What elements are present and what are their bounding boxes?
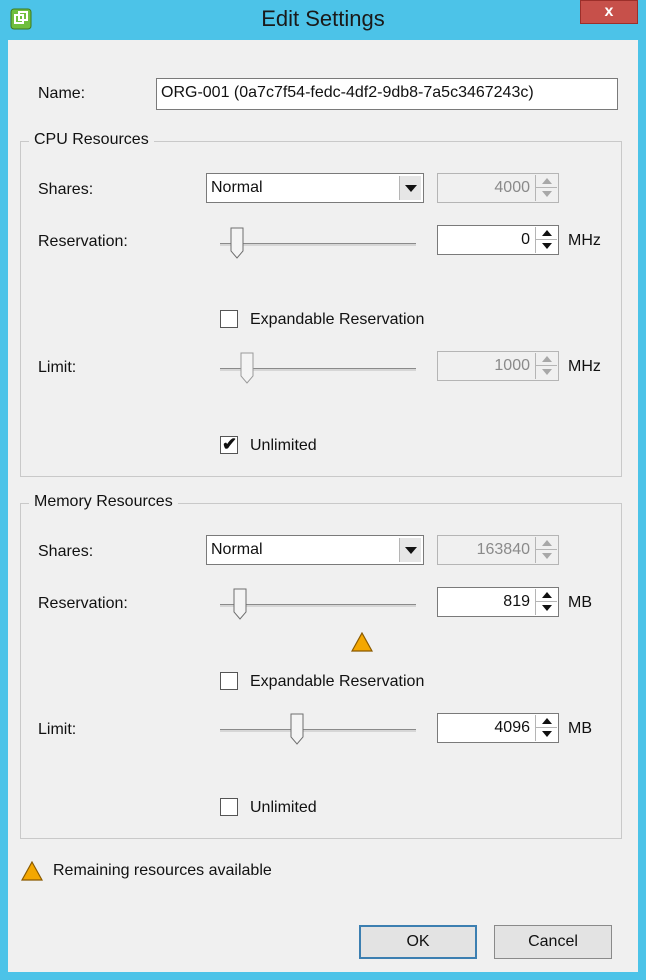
remaining-resources-text: Remaining resources available xyxy=(53,862,272,879)
spinner-buttons xyxy=(535,589,557,615)
window-title: Edit Settings xyxy=(261,6,385,31)
cpu-reservation-label: Reservation: xyxy=(38,233,128,250)
cpu-shares-dropdown[interactable]: Normal xyxy=(206,173,424,203)
spin-down-icon xyxy=(536,550,557,563)
cpu-reservation-unit: MHz xyxy=(568,232,601,249)
cancel-button[interactable]: Cancel xyxy=(494,925,612,959)
slider-thumb[interactable] xyxy=(233,588,247,620)
spin-up-icon xyxy=(536,175,557,188)
spinner-buttons xyxy=(535,715,557,741)
spin-down-icon[interactable] xyxy=(536,728,557,741)
cpu-shares-value: 4000 xyxy=(494,179,530,196)
memory-shares-value-spinner: 163840 xyxy=(437,535,559,565)
slider-thumb xyxy=(240,352,254,384)
cpu-limit-unit: MHz xyxy=(568,358,601,375)
memory-shares-dropdown[interactable]: Normal xyxy=(206,535,424,565)
close-icon: x xyxy=(604,3,614,20)
warning-triangle-icon xyxy=(351,632,373,652)
cpu-limit-value: 1000 xyxy=(494,357,530,374)
memory-unlimited-label: Unlimited xyxy=(250,799,317,816)
name-label: Name: xyxy=(38,85,86,102)
spinner-buttons xyxy=(535,353,557,379)
memory-limit-value: 4096 xyxy=(494,719,530,736)
dialog-body: Name: ORG-001 (0a7c7f54-fedc-4df2-9db8-7… xyxy=(8,40,638,972)
cpu-reservation-spinner[interactable]: 0 xyxy=(437,225,559,255)
cpu-unlimited-checkbox[interactable]: ✔ xyxy=(220,434,238,454)
cpu-reservation-slider[interactable] xyxy=(220,227,416,263)
spin-up-icon xyxy=(536,353,557,366)
ok-button[interactable]: OK xyxy=(359,925,477,959)
cpu-shares-value-spinner: 4000 xyxy=(437,173,559,203)
cpu-shares-selected: Normal xyxy=(211,179,263,196)
edit-settings-window: Edit Settings x Name: ORG-001 (0a7c7f54-… xyxy=(0,0,646,980)
memory-shares-selected: Normal xyxy=(211,541,263,558)
slider-track xyxy=(220,729,416,732)
memory-expandable-label: Expandable Reservation xyxy=(250,673,425,690)
chevron-down-icon[interactable] xyxy=(399,176,421,200)
warning-triangle-icon xyxy=(21,861,43,881)
cpu-expandable-checkbox[interactable] xyxy=(220,310,238,328)
memory-reservation-label: Reservation: xyxy=(38,595,128,612)
spin-up-icon[interactable] xyxy=(536,715,557,728)
spinner-buttons xyxy=(535,537,557,563)
slider-track xyxy=(220,243,416,246)
memory-shares-label: Shares: xyxy=(38,543,94,560)
memory-shares-value: 163840 xyxy=(476,541,530,558)
slider-thumb[interactable] xyxy=(230,227,244,259)
spin-down-icon[interactable] xyxy=(536,240,557,253)
cpu-limit-label: Limit: xyxy=(38,359,77,376)
spin-down-icon xyxy=(536,188,557,201)
memory-limit-unit: MB xyxy=(568,720,592,737)
cpu-limit-slider xyxy=(220,352,416,388)
memory-unlimited-checkbox[interactable] xyxy=(220,798,238,816)
name-field[interactable]: ORG-001 (0a7c7f54-fedc-4df2-9db8-7a5c346… xyxy=(156,78,618,110)
spinner-buttons xyxy=(535,175,557,201)
cpu-expandable-label: Expandable Reservation xyxy=(250,311,425,328)
slider-thumb[interactable] xyxy=(290,713,304,745)
memory-limit-label: Limit: xyxy=(38,721,77,738)
title-bar[interactable]: Edit Settings x xyxy=(0,0,646,40)
spin-down-icon[interactable] xyxy=(536,602,557,615)
memory-reservation-spinner[interactable]: 819 xyxy=(437,587,559,617)
cpu-limit-spinner: 1000 xyxy=(437,351,559,381)
slider-track xyxy=(220,604,416,607)
memory-reservation-slider[interactable] xyxy=(220,588,416,624)
cpu-shares-label: Shares: xyxy=(38,181,94,198)
spin-up-icon[interactable] xyxy=(536,227,557,240)
cpu-unlimited-label: Unlimited xyxy=(250,437,317,454)
memory-reservation-value: 819 xyxy=(503,593,530,610)
spinner-buttons xyxy=(535,227,557,253)
memory-limit-spinner[interactable]: 4096 xyxy=(437,713,559,743)
memory-expandable-checkbox[interactable] xyxy=(220,672,238,690)
cpu-group-title: CPU Resources xyxy=(29,131,154,149)
close-button[interactable]: x xyxy=(580,0,638,24)
chevron-down-icon[interactable] xyxy=(399,538,421,562)
check-icon: ✔ xyxy=(222,434,238,454)
memory-limit-slider[interactable] xyxy=(220,713,416,749)
cpu-reservation-value: 0 xyxy=(521,231,530,248)
spin-down-icon xyxy=(536,366,557,379)
memory-reservation-unit: MB xyxy=(568,594,592,611)
spin-up-icon xyxy=(536,537,557,550)
spin-up-icon[interactable] xyxy=(536,589,557,602)
memory-group-title: Memory Resources xyxy=(29,493,178,511)
